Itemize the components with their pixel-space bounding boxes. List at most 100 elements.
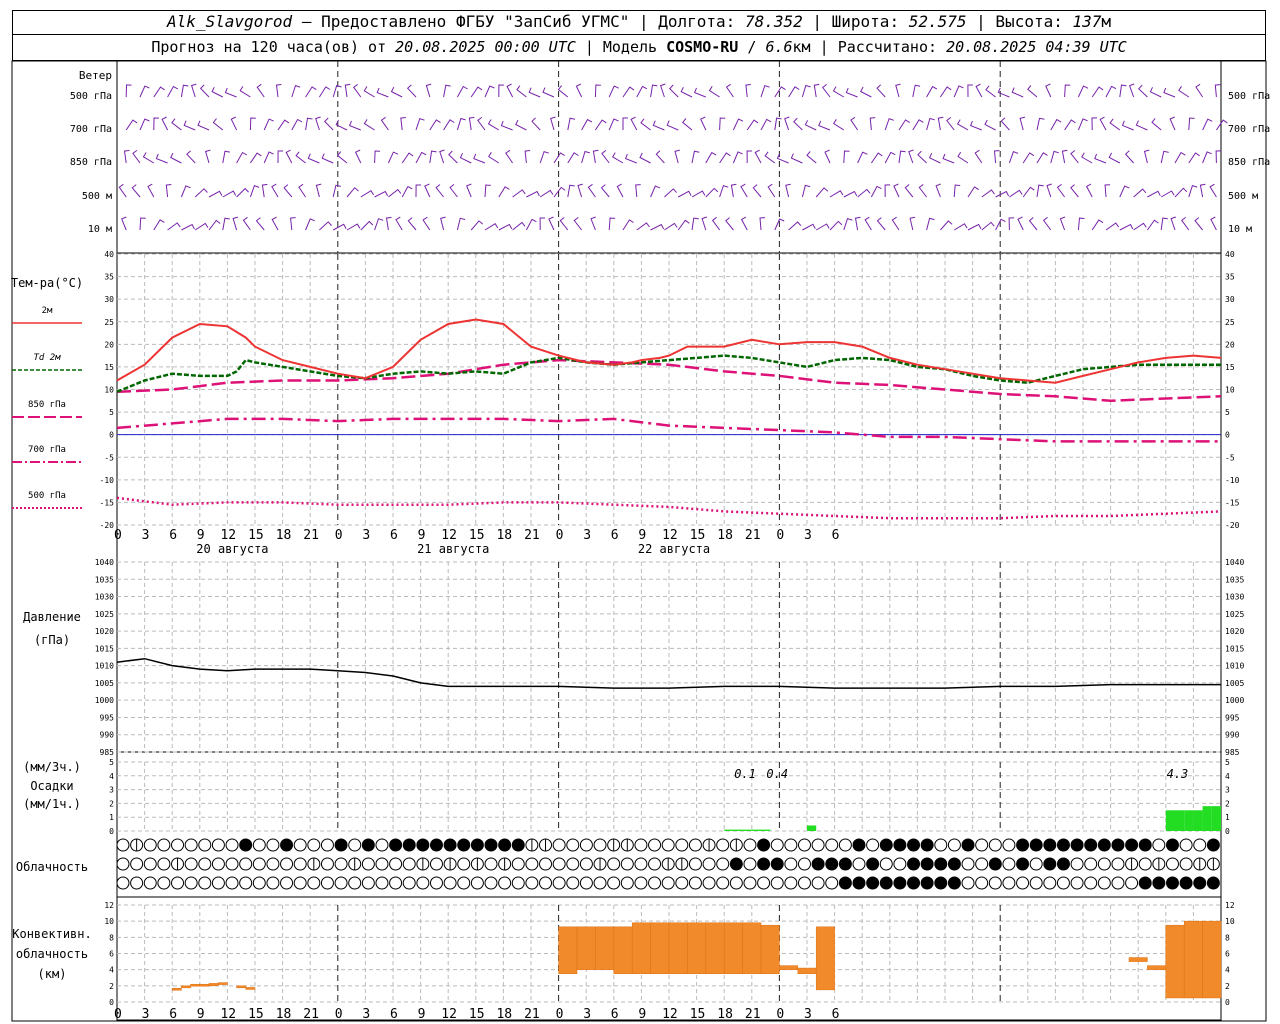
cloud-symbol (1179, 857, 1193, 871)
temp-tick-left: 40 (104, 250, 114, 259)
wind-barb (131, 184, 141, 198)
cloud-symbol (934, 838, 948, 852)
wind-barb (1149, 87, 1162, 98)
wind-barb (374, 218, 384, 231)
wind-barb (1008, 151, 1019, 164)
wind-barb (153, 86, 165, 98)
cloud-symbol (838, 876, 852, 890)
cloud-symbol (852, 876, 866, 890)
temp-hour-label: 0 (556, 528, 564, 543)
conv-hour-label: 3 (362, 1007, 370, 1022)
wind-barb (1000, 117, 1010, 131)
temp-hour-label: 3 (142, 528, 150, 543)
temp-hour-label: 21 (524, 528, 540, 543)
wind-barb (884, 184, 891, 198)
wind-barb (601, 150, 610, 164)
cloud-symbol (198, 876, 212, 890)
wind-barb (1195, 83, 1204, 98)
conv-hour-label: 0 (335, 1007, 343, 1022)
temp-tick-right: 20 (1225, 340, 1235, 349)
temp-tick-right: 30 (1225, 295, 1235, 304)
conv-hour-label: 0 (556, 1007, 564, 1022)
cloud-symbol (511, 857, 525, 871)
cloud-symbol (743, 857, 757, 871)
wind-barb (912, 119, 924, 131)
wind-barb (208, 190, 223, 198)
cloud-symbol (1125, 876, 1139, 890)
wind-barb (1147, 190, 1161, 198)
cloud-symbol (252, 857, 266, 871)
cloud-symbol (239, 857, 253, 871)
wind-barb (829, 220, 843, 231)
cloud-symbol (1165, 857, 1179, 871)
wind-barb (197, 120, 210, 131)
cloud-symbol (634, 838, 648, 852)
cloud-symbol (443, 838, 457, 852)
wind-barb (1036, 117, 1045, 131)
wind-barb (1170, 216, 1177, 231)
conv-hour-label: 18 (276, 1007, 292, 1022)
wind-barb (981, 189, 995, 198)
pressure-tick-left: 1025 (95, 610, 114, 619)
wind-barb (608, 217, 616, 231)
conv-tick-right: 8 (1225, 933, 1230, 942)
cloud-symbol (211, 876, 225, 890)
cloud-symbol (525, 857, 539, 871)
cloud-symbol (1138, 876, 1152, 890)
wind-barb (1199, 183, 1206, 198)
wind-barb (719, 117, 726, 131)
cloud-symbol (784, 857, 798, 871)
pressure-tick-right: 1030 (1225, 593, 1244, 602)
wind-barb (655, 150, 665, 164)
wind-barb (1214, 84, 1221, 98)
temp-tick-left: -20 (100, 521, 115, 530)
wind-barb (224, 87, 237, 98)
wind-barb (147, 183, 155, 198)
cloud-symbol (866, 876, 880, 890)
wind-barb (242, 216, 251, 231)
conv-hour-label: 6 (832, 1007, 840, 1022)
conv-tick-right: 2 (1225, 982, 1230, 991)
wind-barb (677, 190, 692, 198)
cloud-symbol (607, 876, 621, 890)
wind-barb (232, 216, 239, 231)
wind-barb (415, 117, 425, 131)
wind-barb (456, 85, 468, 98)
cloud-symbol (675, 838, 689, 852)
temp-title: Тем-ра(°C) (11, 276, 83, 290)
cloud-symbol (634, 857, 648, 871)
temp-tick-left: -15 (100, 498, 115, 507)
wind-barb (1036, 152, 1048, 164)
cloud-symbol (375, 838, 389, 852)
cloud-symbol (1029, 857, 1043, 871)
cloud-symbol (838, 838, 852, 852)
cloud-symbol (1016, 876, 1030, 890)
temp-hour-label: 6 (832, 528, 840, 543)
wind-barb (1133, 188, 1147, 198)
precip-bar (807, 825, 817, 831)
conv-bar (208, 983, 219, 987)
wind-barb (898, 150, 906, 164)
cloud-symbol (320, 876, 334, 890)
precip-bar (761, 829, 771, 831)
wind-barb (788, 221, 802, 231)
wind-barb (940, 220, 953, 231)
temp-hour-label: 6 (169, 528, 177, 543)
cloud-symbol (184, 876, 198, 890)
precip-tick-left: 5 (109, 758, 114, 767)
temp-hour-label: 3 (362, 528, 370, 543)
wind-barb (843, 150, 850, 164)
cloud-symbol (879, 838, 893, 852)
conv-hour-label: 6 (611, 1007, 619, 1022)
wind-barb (937, 116, 944, 131)
wind-barb (594, 84, 601, 98)
wind-barb (636, 85, 648, 98)
wind-barb (1045, 83, 1052, 98)
wind-barb (860, 86, 872, 98)
wind-barb (153, 117, 160, 131)
precip-bar (751, 829, 761, 831)
wind-barb (390, 86, 403, 98)
cloud-symbol (988, 876, 1002, 890)
wind-barb (719, 184, 729, 198)
wind-barb (222, 217, 230, 231)
